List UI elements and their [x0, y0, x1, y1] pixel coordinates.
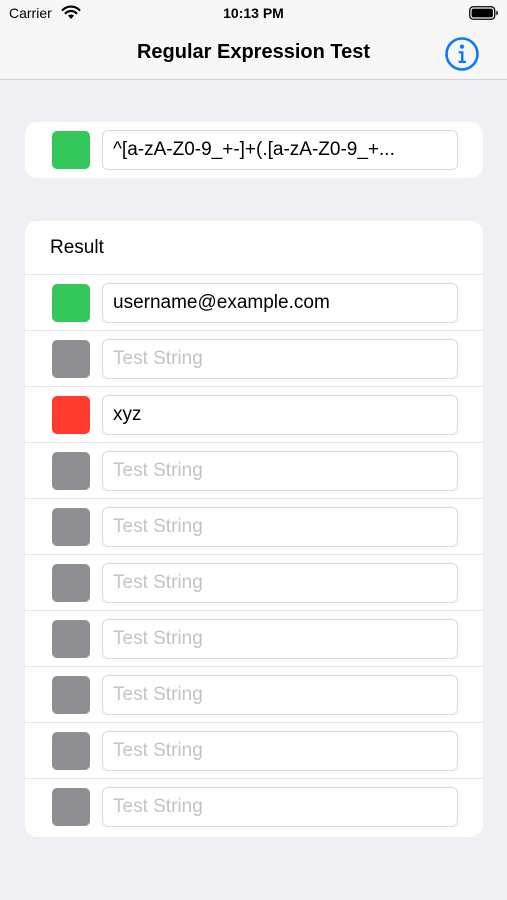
test-string-input[interactable]	[102, 675, 458, 715]
match-status-indicator	[52, 732, 90, 770]
result-row	[25, 554, 483, 610]
result-row	[25, 610, 483, 666]
status-time: 10:13 PM	[223, 5, 284, 21]
test-string-input[interactable]	[102, 619, 458, 659]
results-header: Result	[50, 237, 104, 258]
results-card: Result	[25, 221, 483, 837]
test-string-input[interactable]	[102, 339, 458, 379]
match-status-indicator	[52, 452, 90, 490]
test-string-input[interactable]	[102, 507, 458, 547]
result-row	[25, 442, 483, 498]
match-status-indicator	[52, 676, 90, 714]
result-row	[25, 722, 483, 778]
test-string-input[interactable]	[102, 451, 458, 491]
regex-input[interactable]	[102, 130, 458, 170]
battery-icon	[469, 6, 498, 20]
test-string-input[interactable]	[102, 395, 458, 435]
match-status-indicator	[52, 564, 90, 602]
result-row	[25, 666, 483, 722]
result-row	[25, 386, 483, 442]
test-string-input[interactable]	[102, 787, 458, 827]
result-row	[25, 778, 483, 834]
info-circle-icon[interactable]	[444, 36, 480, 72]
test-string-input[interactable]	[102, 731, 458, 771]
test-string-input[interactable]	[102, 563, 458, 603]
regex-status-indicator	[52, 131, 90, 169]
result-row	[25, 498, 483, 554]
page-title: Regular Expression Test	[136, 41, 371, 63]
match-status-indicator	[52, 620, 90, 658]
match-status-indicator	[52, 396, 90, 434]
match-status-indicator	[52, 788, 90, 826]
result-row	[25, 274, 483, 330]
match-status-indicator	[52, 284, 90, 322]
result-row	[25, 330, 483, 386]
navigation-bar: Regular Expression Test	[0, 28, 507, 80]
match-status-indicator	[52, 508, 90, 546]
test-string-input[interactable]	[102, 283, 458, 323]
match-status-indicator	[52, 340, 90, 378]
regex-card	[25, 122, 483, 178]
status-bar: Carrier 10:13 PM	[0, 0, 507, 28]
